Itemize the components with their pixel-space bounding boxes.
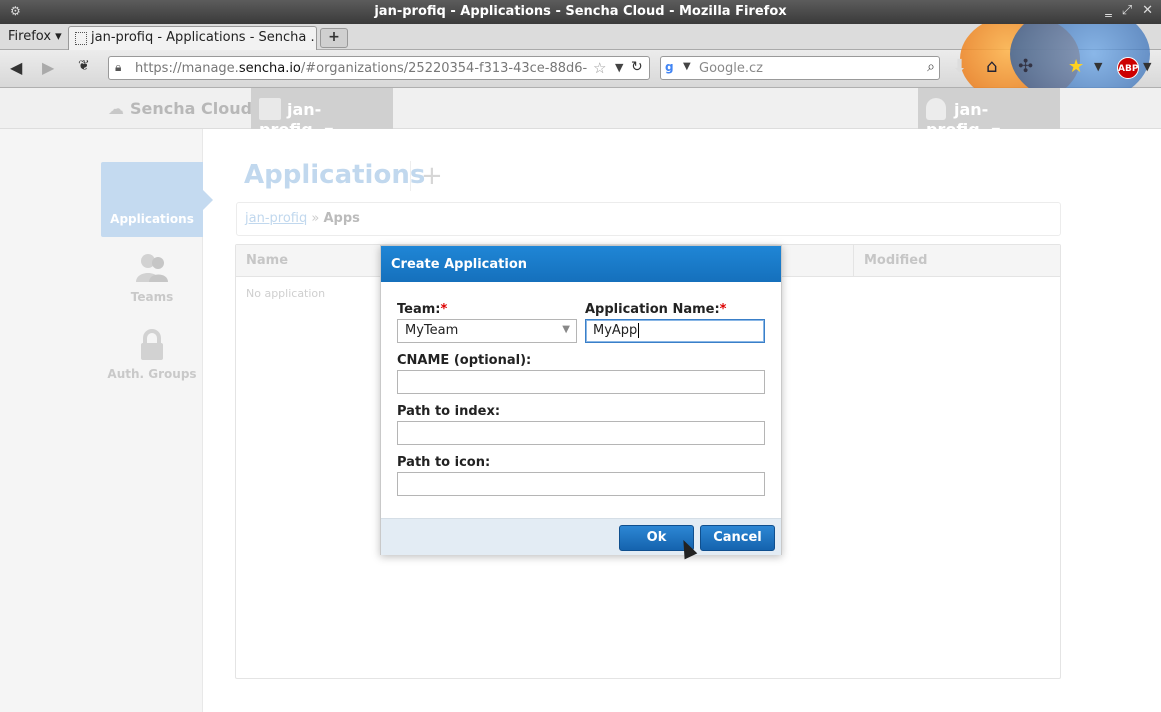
org-selector-button[interactable]: jan-profiq ▼ bbox=[251, 88, 393, 139]
path-to-icon-input[interactable] bbox=[397, 472, 765, 496]
user-menu-button[interactable]: jan-profiq ▼ bbox=[918, 88, 1060, 139]
cname-label: CNAME (optional): bbox=[397, 353, 532, 368]
browser-tab[interactable]: jan-profiq - Applications - Sencha ... bbox=[68, 26, 317, 50]
building-icon bbox=[259, 98, 281, 120]
sidebar-item-label: Teams bbox=[130, 290, 174, 304]
browser-tab-title: jan-profiq - Applications - Sencha ... bbox=[91, 30, 317, 45]
sidebar-item-label: Applications bbox=[110, 212, 194, 226]
people-icon bbox=[136, 254, 168, 282]
column-header-name[interactable]: Name bbox=[246, 253, 288, 268]
adblock-icon[interactable]: ABP bbox=[1117, 57, 1139, 79]
search-input[interactable]: Google.cz bbox=[699, 61, 763, 76]
breadcrumb-current: Apps bbox=[323, 211, 360, 226]
breadcrumb-separator: » bbox=[311, 211, 320, 226]
lock-icon: 🔒︎ bbox=[115, 60, 122, 74]
url-text[interactable]: https://manage.sencha.io/#organizations/… bbox=[135, 61, 587, 76]
cancel-button[interactable]: Cancel bbox=[700, 525, 775, 551]
reload-icon[interactable]: ↻ bbox=[631, 59, 643, 75]
adblock-dropdown-icon[interactable]: ▼ bbox=[1143, 60, 1151, 73]
sidebar-item-applications[interactable]: Applications bbox=[101, 162, 213, 237]
dialog-body: Team:* MyTeam ▼ Application Name:* MyApp… bbox=[381, 282, 781, 518]
maximize-icon[interactable]: ⤢ bbox=[1122, 3, 1132, 18]
cname-input[interactable] bbox=[397, 370, 765, 394]
path-to-icon-label: Path to icon: bbox=[397, 455, 491, 470]
cloud-icon: ☁ bbox=[108, 99, 124, 118]
apps-grid-icon bbox=[135, 174, 169, 206]
firefox-menu-button[interactable]: Firefox ▾ bbox=[4, 27, 66, 47]
page-title: Applications bbox=[244, 160, 426, 190]
forward-arrow-icon[interactable]: ▶ bbox=[42, 58, 54, 77]
brand-name: Sencha Cloud bbox=[130, 99, 253, 118]
bookmarks-dropdown-icon[interactable]: ▼ bbox=[1094, 60, 1102, 73]
chevron-down-icon: ▼ bbox=[991, 125, 1001, 138]
create-application-dialog: Create Application Team:* MyTeam ▼ Appli… bbox=[380, 245, 782, 555]
chevron-down-icon: ▼ bbox=[324, 125, 334, 138]
addon-puzzle-icon[interactable]: ✣ bbox=[1018, 56, 1033, 77]
back-arrow-icon[interactable]: ◀ bbox=[10, 58, 22, 77]
search-magnifier-icon[interactable]: ⌕ bbox=[927, 59, 935, 75]
bookmark-star-icon[interactable]: ☆ bbox=[593, 59, 606, 77]
breadcrumb-org-link[interactable]: jan-profiq bbox=[245, 211, 307, 226]
sidebar-item-label: Auth. Groups bbox=[107, 367, 197, 381]
sidebar-item-auth-groups[interactable]: Auth. Groups bbox=[101, 317, 203, 392]
team-select[interactable]: MyTeam ▼ bbox=[397, 319, 577, 343]
window-titlebar: ⚙ jan-profiq - Applications - Sencha Clo… bbox=[0, 0, 1161, 24]
path-to-index-label: Path to index: bbox=[397, 404, 501, 419]
home-icon[interactable]: ⌂ bbox=[986, 56, 997, 77]
downloads-icon[interactable]: ⬇ bbox=[952, 56, 967, 77]
url-bar[interactable]: 🔒︎ https://manage.sencha.io/#organizatio… bbox=[108, 56, 650, 80]
firefox-menu-label: Firefox bbox=[8, 29, 52, 44]
url-history-dropdown-icon[interactable]: ▼ bbox=[615, 61, 623, 74]
window-controls: ‗ ⤢ ✕ bbox=[1105, 3, 1153, 18]
bookmarks-star-icon[interactable]: ★ bbox=[1068, 56, 1084, 77]
sidebar-item-teams[interactable]: Teams bbox=[101, 240, 203, 315]
search-engine-dropdown-icon[interactable]: ▼ bbox=[683, 61, 691, 72]
close-icon[interactable]: ✕ bbox=[1142, 3, 1153, 18]
search-bar[interactable]: g ▼ Google.cz ⌕ bbox=[660, 56, 940, 80]
application-name-value: MyApp bbox=[593, 323, 638, 338]
page-favicon-icon bbox=[75, 32, 87, 45]
avatar-icon bbox=[926, 98, 946, 120]
app-header: ☁ Sencha Cloud jan-profiq ▼ jan-profiq ▼ bbox=[0, 88, 1161, 139]
lock-icon bbox=[141, 329, 163, 360]
brand-logo[interactable]: ☁ Sencha Cloud bbox=[108, 99, 252, 118]
window-title: jan-profiq - Applications - Sencha Cloud… bbox=[374, 4, 787, 19]
dialog-footer: Ok Cancel bbox=[381, 518, 781, 555]
minimize-icon[interactable]: ‗ bbox=[1105, 3, 1112, 18]
team-label: Team:* bbox=[397, 302, 448, 317]
grid-empty-text: No application bbox=[246, 287, 326, 300]
new-tab-button[interactable]: + bbox=[320, 28, 348, 48]
application-name-input[interactable]: MyApp bbox=[585, 319, 765, 343]
breadcrumb: jan-profiq » Apps bbox=[236, 202, 1061, 236]
column-header-modified[interactable]: Modified bbox=[864, 253, 927, 268]
application-name-label: Application Name:* bbox=[585, 302, 727, 317]
dialog-title: Create Application bbox=[381, 246, 781, 282]
path-to-index-input[interactable] bbox=[397, 421, 765, 445]
add-application-button[interactable]: + bbox=[410, 161, 443, 191]
history-icon[interactable]: ❦ bbox=[78, 58, 90, 74]
chevron-down-icon[interactable]: ▼ bbox=[562, 324, 570, 335]
google-engine-icon[interactable]: g bbox=[665, 60, 681, 76]
team-select-value: MyTeam bbox=[405, 323, 459, 338]
